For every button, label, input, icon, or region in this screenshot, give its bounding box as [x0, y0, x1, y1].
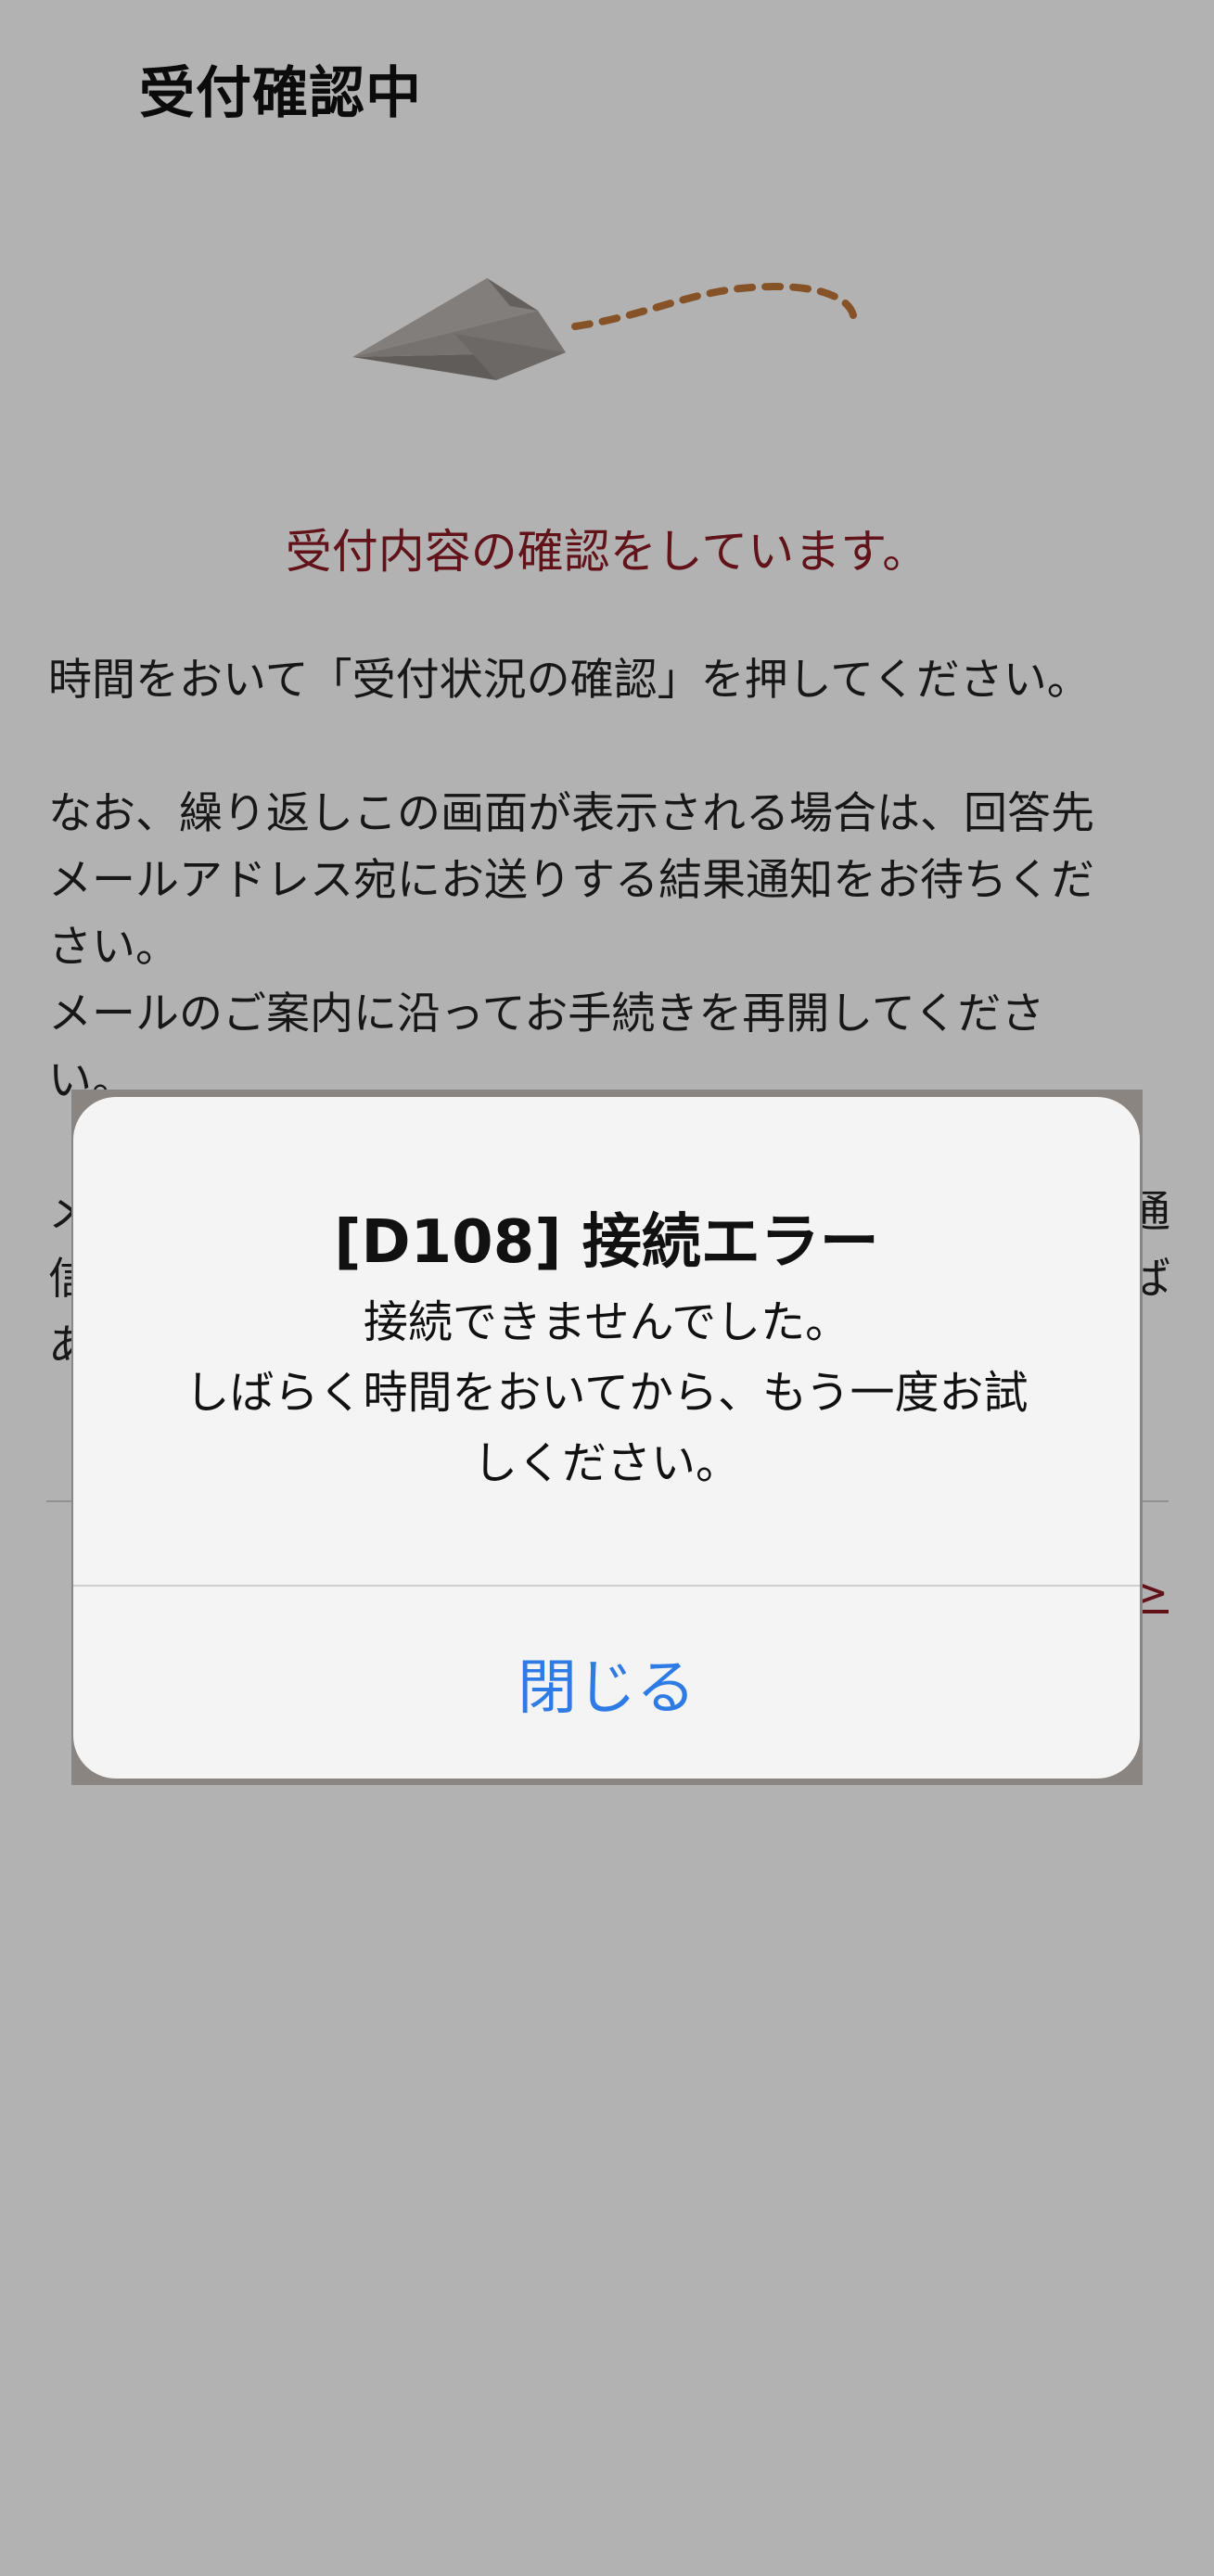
- dialog-message-line: 接続できませんでした。: [363, 1296, 850, 1348]
- error-dialog: [D108] 接続エラー 接続できませんでした。 しばらく時間をおいてから、もう…: [73, 1097, 1140, 1779]
- dialog-message-line: しください。: [472, 1437, 740, 1489]
- dialog-message: 接続できませんでした。 しばらく時間をおいてから、もう一度お試 しください。: [129, 1287, 1084, 1498]
- close-button[interactable]: 閉じる: [73, 1587, 1140, 1779]
- dialog-title: [D108] 接続エラー: [334, 1208, 879, 1277]
- dialog-message-line: しばらく時間をおいてから、もう一度お試: [185, 1367, 1029, 1419]
